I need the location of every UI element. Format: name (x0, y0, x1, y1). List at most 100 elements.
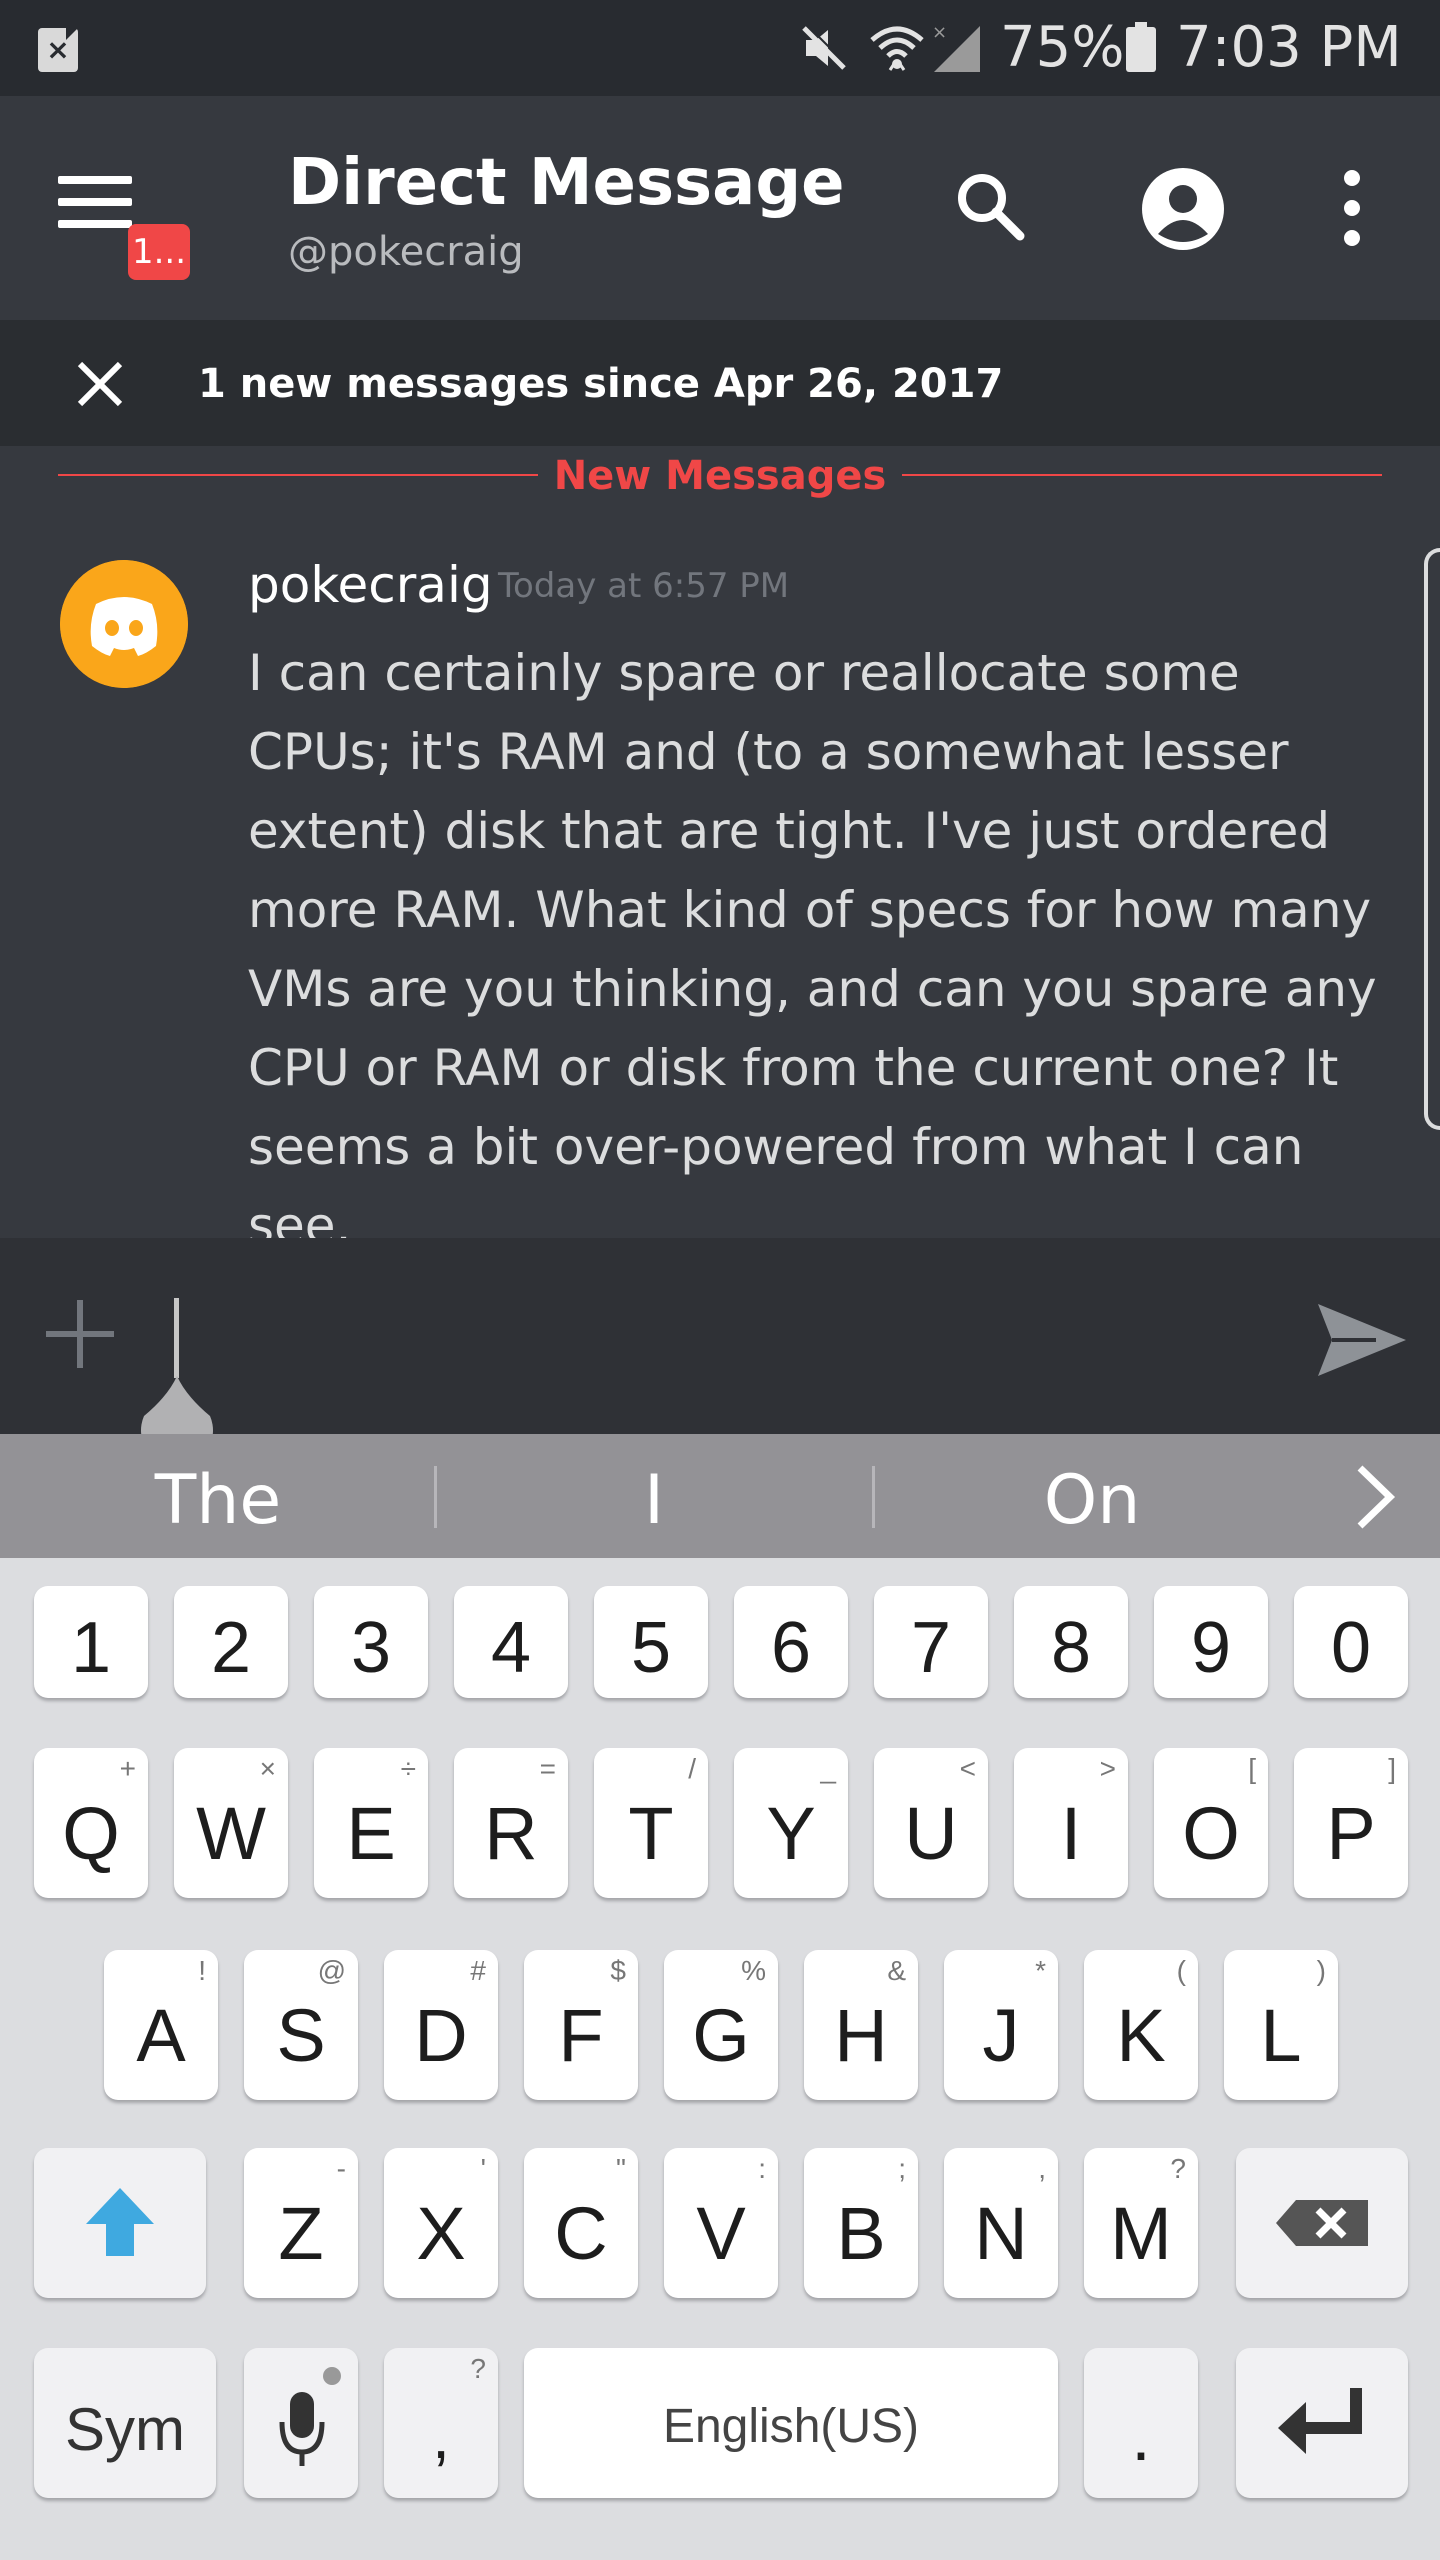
key-p[interactable]: ] P (1294, 1748, 1408, 1898)
key-2[interactable]: 2 (174, 1586, 288, 1698)
new-messages-bar[interactable]: 1 new messages since Apr 26, 2017 (0, 320, 1440, 446)
key-5[interactable]: 5 (594, 1586, 708, 1698)
key-alt-label: = (539, 1753, 556, 1784)
period-key[interactable]: . (1084, 2348, 1198, 2498)
wifi-icon (870, 26, 924, 71)
search-icon[interactable] (950, 166, 1030, 246)
key-label: V (696, 2192, 746, 2275)
channel-username: @pokecraig (288, 229, 524, 275)
key-6[interactable]: 6 (734, 1586, 848, 1698)
key-alt-label: < (959, 1753, 976, 1784)
key-label: . (1131, 2397, 1151, 2475)
key-i[interactable]: > I (1014, 1748, 1128, 1898)
key-label: 3 (350, 1608, 392, 1688)
key-n[interactable]: ,N (944, 2148, 1058, 2298)
key-k[interactable]: (K (1084, 1950, 1198, 2100)
close-icon[interactable] (74, 358, 126, 410)
key-label: S (276, 1994, 326, 2077)
key-l[interactable]: ) L (1224, 1950, 1338, 2100)
key-3[interactable]: 3 (314, 1586, 428, 1698)
key-alt-label: - (336, 2153, 346, 2184)
key-m[interactable]: ? M (1084, 2148, 1198, 2298)
backspace-key[interactable] (1236, 2148, 1408, 2298)
key-o[interactable]: [O (1154, 1748, 1268, 1898)
key-z[interactable]: -Z (244, 2148, 358, 2298)
keyboard: 1 2 3 4 5 6 7 8 9 0 + Q × W ÷ E = R / T _ Y < U… (0, 1558, 1440, 2560)
key-1[interactable]: 1 (34, 1586, 148, 1698)
hamburger-icon (58, 176, 132, 184)
key-v[interactable]: :V (664, 2148, 778, 2298)
comma-key[interactable]: ? , (384, 2348, 498, 2498)
key-g[interactable]: % G (664, 1950, 778, 2100)
key-t[interactable]: / T (594, 1748, 708, 1898)
key-u[interactable]: < U (874, 1748, 988, 1898)
hamburger-icon-line (58, 220, 132, 228)
message-composer (0, 1238, 1440, 1466)
key-label: F (558, 1994, 604, 2077)
key-h[interactable]: & H (804, 1950, 918, 2100)
status-bar: × × 75% 7:03 PM (0, 0, 1440, 96)
plus-icon[interactable] (46, 1300, 114, 1368)
sym-key[interactable]: Sym (34, 2348, 216, 2498)
key-alt-label: & (887, 1955, 906, 1986)
svg-text:×: × (932, 22, 947, 43)
enter-key[interactable] (1236, 2348, 1408, 2498)
key-s[interactable]: @ S (244, 1950, 358, 2100)
key-e[interactable]: ÷ E (314, 1748, 428, 1898)
key-label: D (414, 1994, 468, 2077)
more-options-icon[interactable] (1330, 166, 1374, 252)
key-8[interactable]: 8 (1014, 1586, 1128, 1698)
key-f[interactable]: $ F (524, 1950, 638, 2100)
key-label: 2 (210, 1608, 252, 1688)
shift-key[interactable] (34, 2148, 206, 2298)
key-alt-label: : (758, 2153, 766, 2184)
suggestion-item[interactable]: The (68, 1456, 368, 1546)
chevron-right-icon[interactable] (1350, 1464, 1400, 1530)
key-alt-label: [ (1248, 1753, 1256, 1784)
key-label: 6 (770, 1608, 812, 1688)
key-label: L (1260, 1994, 1302, 2077)
battery-percentage: 75% (1000, 15, 1125, 80)
key-9[interactable]: 9 (1154, 1586, 1268, 1698)
divider-line (58, 474, 538, 476)
key-alt-label: , (1038, 2153, 1046, 2184)
profile-icon[interactable] (1140, 166, 1226, 252)
avatar[interactable] (60, 560, 188, 688)
key-a[interactable]: ! A (104, 1950, 218, 2100)
key-y[interactable]: _ Y (734, 1748, 848, 1898)
key-r[interactable]: = R (454, 1748, 568, 1898)
key-label: I (1060, 1792, 1082, 1875)
key-alt-label: ] (1388, 1753, 1396, 1784)
key-b[interactable]: ; B (804, 2148, 918, 2298)
suggestion-strip: The I On (0, 1434, 1440, 1558)
key-x[interactable]: ' X (384, 2148, 498, 2298)
send-icon[interactable] (1316, 1302, 1408, 1378)
key-label: 7 (910, 1608, 952, 1688)
enter-icon (1278, 2388, 1362, 2454)
discord-logo-icon (90, 597, 158, 656)
key-4[interactable]: 4 (454, 1586, 568, 1698)
key-j[interactable]: * J (944, 1950, 1058, 2100)
suggestion-item[interactable]: On (942, 1456, 1242, 1546)
key-0[interactable]: 0 (1294, 1586, 1408, 1698)
key-d[interactable]: # D (384, 1950, 498, 2100)
key-label: A (136, 1994, 186, 2077)
suggestion-item[interactable]: I (504, 1456, 804, 1546)
message-timestamp: Today at 6:57 PM (498, 566, 790, 606)
voice-input-key[interactable] (244, 2348, 358, 2498)
key-7[interactable]: 7 (874, 1586, 988, 1698)
message-author[interactable]: pokecraig (248, 552, 493, 618)
plus-icon-bar (46, 1331, 114, 1337)
key-q[interactable]: + Q (34, 1748, 148, 1898)
key-c[interactable]: " C (524, 2148, 638, 2298)
space-key[interactable]: English(US) (524, 2348, 1058, 2498)
new-messages-divider: New Messages (553, 453, 887, 499)
key-label: O (1182, 1792, 1240, 1875)
new-messages-text[interactable]: 1 new messages since Apr 26, 2017 (198, 356, 1003, 412)
key-label: English(US) (662, 2400, 920, 2453)
key-label: G (692, 1994, 750, 2077)
key-label: 4 (490, 1608, 532, 1688)
key-label: Sym (65, 2396, 185, 2463)
key-w[interactable]: × W (174, 1748, 288, 1898)
menu-button[interactable] (54, 176, 134, 246)
